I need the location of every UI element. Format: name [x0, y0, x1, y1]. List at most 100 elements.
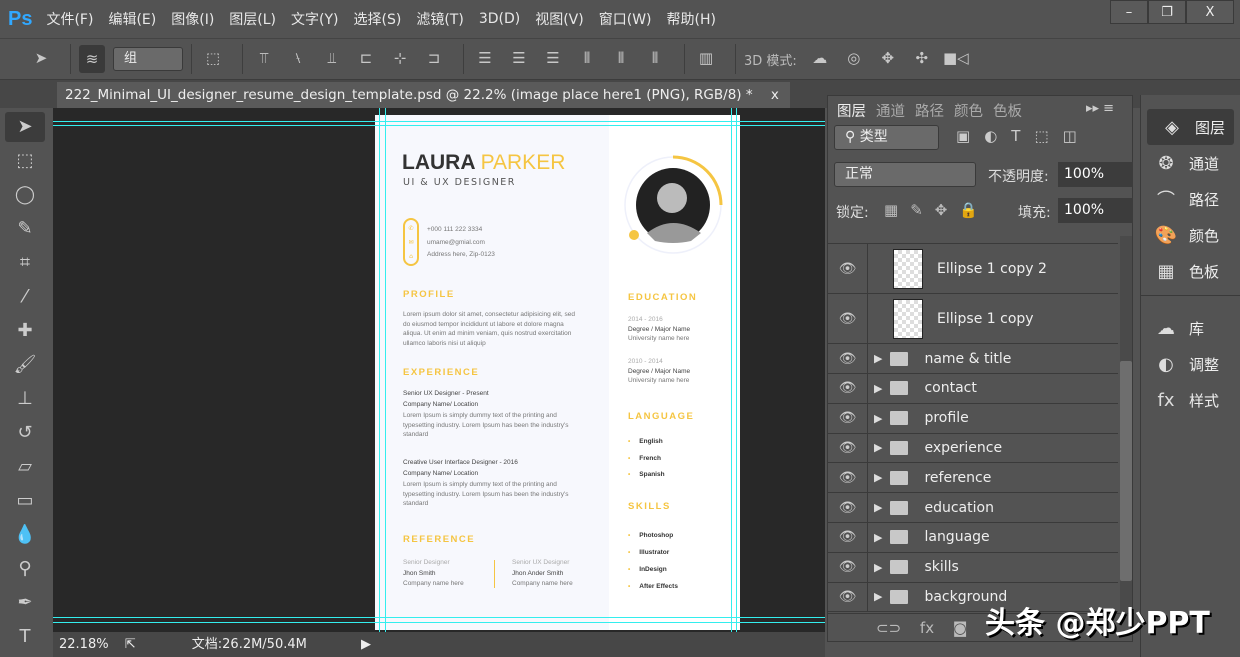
pixel-filter-icon[interactable]: ▣: [956, 127, 984, 145]
distribute-left-icon[interactable]: ⦀: [574, 49, 600, 69]
lock-transparent-icon[interactable]: ▦: [884, 201, 910, 219]
expand-arrow-icon[interactable]: ▶: [874, 441, 882, 454]
3d-rotate-icon[interactable]: ☁: [807, 49, 833, 69]
crop-tool-icon[interactable]: ⌗: [5, 248, 45, 278]
close-button[interactable]: X: [1186, 0, 1234, 24]
dock-adjustments[interactable]: ◐ 调整: [1141, 346, 1240, 382]
3d-scale-icon[interactable]: ■◁: [943, 49, 969, 69]
distribute-right-icon[interactable]: ⦀: [642, 49, 668, 69]
dodge-tool-icon[interactable]: ⚲: [5, 554, 45, 584]
brush-tool-icon[interactable]: 🖌: [5, 350, 45, 380]
auto-align-icon[interactable]: ▥: [693, 49, 719, 69]
align-right-icon[interactable]: ⊐: [421, 49, 447, 69]
type-filter-icon[interactable]: T: [1011, 127, 1034, 145]
menu-window[interactable]: 窗口(W): [599, 9, 652, 29]
eraser-tool-icon[interactable]: ▱: [5, 452, 45, 482]
move-tool-icon[interactable]: ➤: [28, 49, 54, 69]
visibility-eye-icon[interactable]: 👁: [828, 344, 868, 373]
tab-close-icon[interactable]: x: [771, 87, 779, 103]
visibility-eye-icon[interactable]: 👁: [828, 582, 868, 612]
expand-arrow-icon[interactable]: ▶: [874, 531, 882, 544]
visibility-eye-icon[interactable]: 👁: [828, 244, 868, 293]
resume-document[interactable]: LAURA PARKER UI & UX DESIGNER ✆ ✉ ⌂ +000 1…: [375, 115, 740, 630]
move-tool-icon[interactable]: ➤: [5, 112, 45, 142]
blend-mode-dropdown[interactable]: 正常: [834, 162, 976, 187]
align-vcenter-icon[interactable]: ⧷: [285, 49, 311, 69]
layer-filter-dropdown[interactable]: ⚲ 类型: [834, 125, 939, 150]
tab-layers[interactable]: 图层: [832, 98, 871, 123]
expand-arrow-icon[interactable]: ▶: [874, 471, 882, 484]
document-tab[interactable]: 222_Minimal_UI_designer_resume_design_te…: [57, 82, 790, 108]
expand-arrow-icon[interactable]: ▶: [874, 382, 882, 395]
panel-menu-icon[interactable]: ▸▸ ≡: [1086, 101, 1114, 116]
link-layers-icon[interactable]: ⊂⊃: [876, 619, 901, 637]
healing-brush-tool-icon[interactable]: ✚: [5, 316, 45, 346]
lock-position-icon[interactable]: ✥: [935, 201, 960, 219]
pen-tool-icon[interactable]: ✒: [5, 588, 45, 618]
expand-arrow-icon[interactable]: ▶: [874, 352, 882, 365]
tab-swatches[interactable]: 色板: [988, 98, 1027, 123]
expand-arrow-icon[interactable]: ▶: [874, 501, 882, 514]
menu-help[interactable]: 帮助(H): [667, 9, 716, 29]
fill-input[interactable]: 100%: [1058, 198, 1133, 223]
menu-view[interactable]: 视图(V): [535, 9, 584, 29]
visibility-eye-icon[interactable]: 👁: [828, 373, 868, 403]
menu-file[interactable]: 文件(F): [46, 9, 93, 29]
history-brush-tool-icon[interactable]: ↺: [5, 418, 45, 448]
opacity-input[interactable]: 100%: [1058, 162, 1133, 187]
visibility-eye-icon[interactable]: 👁: [828, 403, 868, 433]
add-mask-icon[interactable]: ◙: [953, 619, 968, 637]
menu-filter[interactable]: 滤镜(T): [416, 9, 463, 29]
layers-scrollbar[interactable]: [1120, 236, 1132, 616]
visibility-eye-icon[interactable]: 👁: [828, 493, 868, 522]
distribute-top-icon[interactable]: ☰: [472, 49, 498, 69]
quick-selection-tool-icon[interactable]: ✎: [5, 214, 45, 244]
marquee-tool-icon[interactable]: ⬚: [5, 146, 45, 176]
layer-row[interactable]: 👁 Ellipse 1 copy 2: [828, 244, 1118, 294]
menu-select[interactable]: 选择(S): [354, 9, 402, 29]
blur-tool-icon[interactable]: 💧: [5, 520, 45, 550]
layer-group-row[interactable]: 👁 ▶ language: [828, 522, 1118, 553]
stamp-tool-icon[interactable]: ⊥: [5, 384, 45, 414]
align-left-icon[interactable]: ⊏: [353, 49, 379, 69]
3d-roll-icon[interactable]: ◎: [841, 49, 867, 69]
eyedropper-tool-icon[interactable]: ⁄: [5, 282, 45, 312]
visibility-eye-icon[interactable]: 👁: [828, 522, 868, 552]
layer-group-row[interactable]: 👁 ▶ profile: [828, 403, 1118, 434]
distribute-vcenter-icon[interactable]: ☰: [506, 49, 532, 69]
gradient-tool-icon[interactable]: ▭: [5, 486, 45, 516]
3d-slide-icon[interactable]: ✣: [909, 49, 935, 69]
distribute-hcenter-icon[interactable]: ⦀: [608, 49, 634, 69]
dock-libraries[interactable]: ☁ 库: [1141, 310, 1240, 346]
visibility-eye-icon[interactable]: 👁: [828, 463, 868, 493]
tab-color[interactable]: 颜色: [949, 98, 988, 123]
3d-pan-icon[interactable]: ✥: [875, 49, 901, 69]
layer-row-partial[interactable]: [828, 228, 1118, 244]
minimize-button[interactable]: –: [1110, 0, 1148, 24]
dock-styles[interactable]: fx 样式: [1141, 382, 1240, 418]
layer-group-row[interactable]: 👁 ▶ skills: [828, 552, 1118, 583]
shape-filter-icon[interactable]: ⬚: [1034, 127, 1062, 145]
layer-group-row[interactable]: 👁 ▶ name & title: [828, 344, 1118, 374]
visibility-eye-icon[interactable]: 👁: [828, 552, 868, 582]
status-menu-arrow-icon[interactable]: ▶: [361, 637, 371, 652]
transform-controls-icon[interactable]: ⬚: [200, 49, 226, 69]
expand-arrow-icon[interactable]: ▶: [874, 561, 882, 574]
menu-3d[interactable]: 3D(D): [479, 11, 520, 27]
auto-select-icon[interactable]: ≋: [79, 45, 105, 73]
align-bottom-icon[interactable]: ⫫: [319, 49, 345, 69]
tab-paths[interactable]: 路径: [910, 98, 949, 123]
fx-icon[interactable]: fx: [920, 619, 934, 637]
auto-select-dropdown[interactable]: 组: [113, 47, 183, 71]
menu-type[interactable]: 文字(Y): [291, 9, 338, 29]
lock-all-icon[interactable]: 🔒: [959, 201, 990, 219]
dock-color[interactable]: 🎨 颜色: [1141, 217, 1240, 253]
visibility-eye-icon[interactable]: 👁: [828, 433, 868, 463]
visibility-eye-icon[interactable]: 👁: [828, 294, 868, 343]
layer-group-row[interactable]: 👁 ▶ education: [828, 493, 1118, 523]
expand-arrow-icon[interactable]: ▶: [874, 412, 882, 425]
distribute-bottom-icon[interactable]: ☰: [540, 49, 566, 69]
dock-paths[interactable]: ⌒ 路径: [1141, 181, 1240, 217]
layer-group-row[interactable]: 👁 ▶ experience: [828, 433, 1118, 464]
lock-pixels-icon[interactable]: ✎: [910, 201, 935, 219]
